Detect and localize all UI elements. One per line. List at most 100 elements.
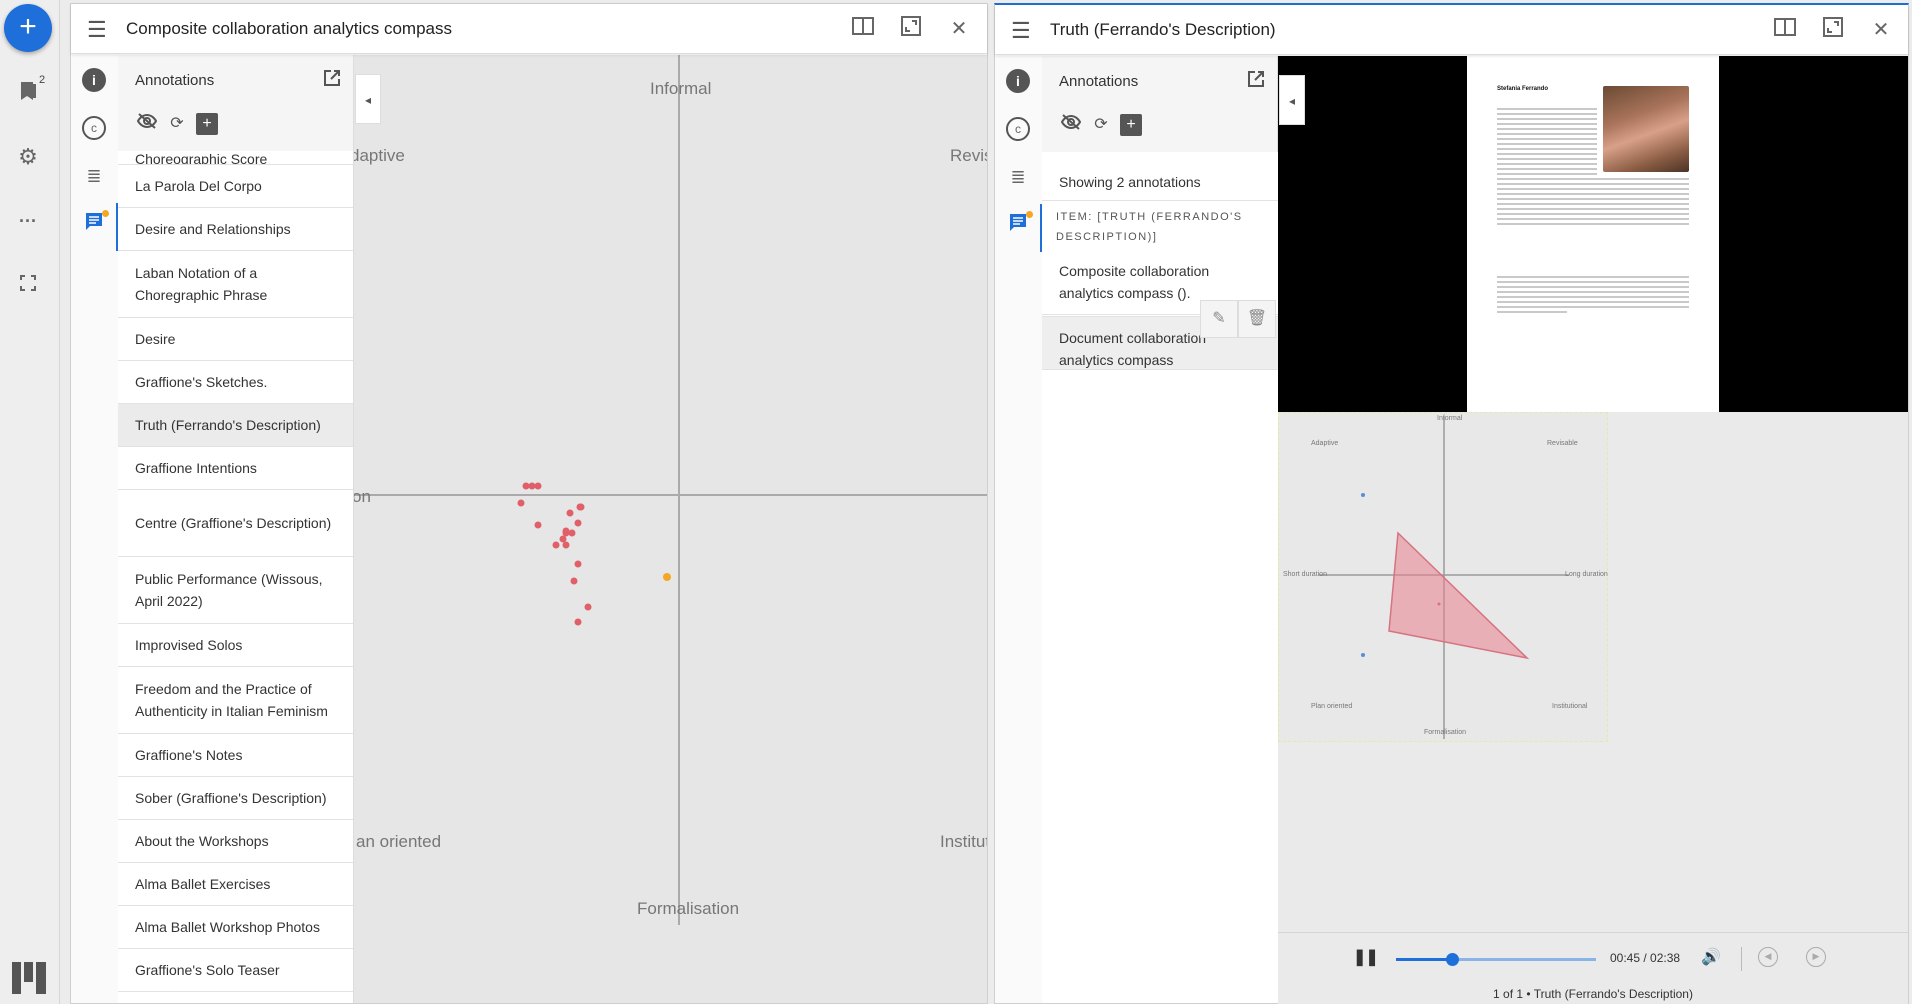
refresh-icon[interactable]: ⟳ xyxy=(166,113,188,135)
overlay-compass[interactable]: Informal Formalisation Adaptive Revisabl… xyxy=(1278,412,1608,742)
collapse-panel-icon[interactable]: ◂ xyxy=(355,74,381,124)
annotation-list-item[interactable]: Desire and Relationships xyxy=(118,208,353,251)
annotation-list-item[interactable]: Improvised Solos xyxy=(118,624,353,667)
previous-canvas-icon[interactable]: ◀ xyxy=(1758,947,1778,967)
doc-text-line xyxy=(1497,183,1689,185)
overlay-label-left: Short duration xyxy=(1283,571,1327,578)
index-list-icon[interactable]: ≣ xyxy=(82,164,106,188)
add-resource-button[interactable]: + xyxy=(4,4,52,52)
visibility-off-icon[interactable] xyxy=(136,113,158,135)
overlay-label-bottom: Formalisation xyxy=(1424,729,1467,736)
popout-icon[interactable] xyxy=(1247,70,1265,93)
compass-point[interactable] xyxy=(574,560,582,568)
doc-text-line xyxy=(1497,148,1597,150)
close-window-icon[interactable]: ✕ xyxy=(1868,17,1894,43)
pause-icon[interactable]: ❚❚ xyxy=(1353,947,1379,967)
doc-text-line xyxy=(1497,153,1597,155)
annotation-list-item[interactable]: Graffione's Solo Teaser xyxy=(118,949,353,992)
doc-text-line xyxy=(1497,168,1597,170)
copyright-icon[interactable]: c xyxy=(1006,117,1030,141)
window-menu-icon[interactable]: ☰ xyxy=(1011,18,1031,44)
collapse-panel-icon[interactable]: ◂ xyxy=(1279,75,1305,125)
window-view-icon[interactable] xyxy=(850,16,876,42)
more-horizontal-icon[interactable]: ··· xyxy=(14,207,42,235)
compass-point[interactable] xyxy=(576,503,584,511)
compass-point[interactable] xyxy=(574,519,582,527)
window-menu-icon[interactable]: ☰ xyxy=(87,17,107,43)
annotation-list-item[interactable]: La Parola Del Corpo xyxy=(118,165,353,208)
media-viewer[interactable]: Stefania Ferrando Informal Formalisation… xyxy=(1278,56,1908,1004)
annotation-list-item[interactable]: Graffione Intentions xyxy=(118,447,353,490)
annotations-badge xyxy=(102,210,109,217)
refresh-icon[interactable]: ⟳ xyxy=(1090,114,1112,136)
label-bottom-left: an oriented xyxy=(356,832,442,851)
doc-text-line xyxy=(1497,178,1689,180)
compass-point[interactable] xyxy=(522,482,530,490)
index-list-icon[interactable]: ≣ xyxy=(1006,165,1030,189)
compass-point[interactable] xyxy=(562,527,570,535)
delete-icon[interactable]: 🗑 xyxy=(1238,300,1276,338)
compass-point[interactable] xyxy=(534,521,542,529)
seek-progress xyxy=(1396,958,1452,961)
playback-time: 00:45 / 02:38 xyxy=(1610,951,1681,965)
annotation-list-item[interactable]: Sober (Graffione's Description) xyxy=(118,777,353,820)
copyright-icon[interactable]: c xyxy=(82,116,106,140)
overlay-label-bottom-right: Institutional xyxy=(1552,703,1588,710)
doc-author: Stefania Ferrando xyxy=(1497,86,1549,92)
fullscreen-icon[interactable] xyxy=(14,270,42,298)
annotation-list-item[interactable]: Alma Ballet Exercises xyxy=(118,863,353,906)
popout-icon[interactable] xyxy=(323,69,341,92)
visibility-off-icon[interactable] xyxy=(1060,114,1082,136)
doc-text-line xyxy=(1497,218,1689,220)
maximize-icon[interactable] xyxy=(1820,17,1846,43)
add-annotation-icon[interactable]: + xyxy=(1120,114,1142,136)
compass-point[interactable] xyxy=(584,603,592,611)
annotation-list-item[interactable]: Public Performance (Wissous, April 2022) xyxy=(118,557,353,624)
seek-bar[interactable] xyxy=(1396,953,1596,966)
overlay-label-top: Informal xyxy=(1437,415,1463,422)
compass-point[interactable] xyxy=(574,618,582,626)
doc-text-line xyxy=(1497,223,1689,225)
maximize-icon[interactable] xyxy=(898,16,924,42)
volume-icon[interactable]: 🔊 xyxy=(1701,947,1721,967)
compass-point[interactable] xyxy=(568,529,576,537)
compass-point-highlight[interactable] xyxy=(663,573,671,581)
annotation-list-item[interactable]: Freedom and the Practice of Authenticity… xyxy=(118,667,353,734)
compass-point[interactable] xyxy=(552,541,560,549)
next-canvas-icon[interactable]: ▶ xyxy=(1806,947,1826,967)
edit-pencil-icon[interactable]: ✎ xyxy=(1200,300,1238,338)
info-icon[interactable]: i xyxy=(82,68,106,92)
annotation-list-item[interactable]: Desire xyxy=(118,318,353,361)
annotation-list-item[interactable]: About the Workshops xyxy=(118,820,353,863)
bookmarks-icon[interactable] xyxy=(14,80,42,108)
add-annotation-icon[interactable]: + xyxy=(196,113,218,135)
settings-gear-icon[interactable]: ⚙ xyxy=(14,143,42,171)
compass-point[interactable] xyxy=(559,535,567,543)
annotation-list-item[interactable]: Graffione's Notes xyxy=(118,734,353,777)
close-window-icon[interactable]: ✕ xyxy=(946,16,972,42)
compass-canvas[interactable]: Informal Formalisation daptive Revis on … xyxy=(354,55,987,1003)
doc-text-line xyxy=(1497,188,1689,190)
annotations-badge xyxy=(1026,211,1033,218)
annotation-list-item[interactable]: Alma Ballet Workshop Photos xyxy=(118,906,353,949)
info-icon[interactable]: i xyxy=(1006,69,1030,93)
compass-point[interactable] xyxy=(517,499,525,507)
annotation-list-item[interactable]: Choreographic Score xyxy=(118,151,353,165)
compass-point[interactable] xyxy=(570,577,578,585)
annotation-list-item[interactable]: Graffione's Sketches. xyxy=(118,361,353,404)
doc-text-line xyxy=(1497,213,1689,215)
compass-point[interactable] xyxy=(528,482,536,490)
annotation-list-item[interactable]: Laban Notation of a Choregraphic Phrase xyxy=(118,251,353,318)
doc-text-line xyxy=(1497,143,1597,145)
document-page: Stefania Ferrando xyxy=(1467,56,1719,412)
overlay-point xyxy=(1361,493,1365,497)
compass-point[interactable] xyxy=(534,482,542,490)
annotation-list-item[interactable]: Centre (Graffione's Description) xyxy=(118,490,353,557)
window-composite-compass: ☰ Composite collaboration analytics comp… xyxy=(70,3,988,1004)
compass-point[interactable] xyxy=(566,509,574,517)
seek-handle[interactable] xyxy=(1446,953,1459,966)
compass-point[interactable] xyxy=(562,541,570,549)
annotation-count: Showing 2 annotations xyxy=(1059,174,1201,190)
annotation-list-item[interactable]: Truth (Ferrando's Description) xyxy=(118,404,353,447)
window-view-icon[interactable] xyxy=(1772,17,1798,43)
